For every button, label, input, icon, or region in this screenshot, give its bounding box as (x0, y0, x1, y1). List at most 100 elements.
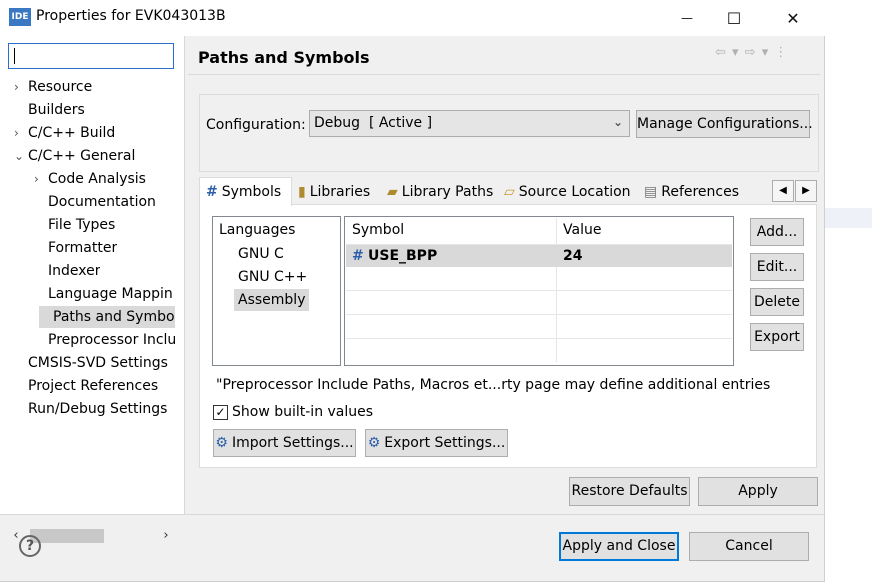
delete-button[interactable]: Delete (750, 288, 804, 316)
info-note: "Preprocessor Include Paths, Macros et..… (216, 377, 771, 393)
hash-icon: # (352, 248, 364, 264)
tree-item-label: Formatter (48, 240, 118, 256)
history-nav-icons[interactable]: ⇦ ▾ ⇨ ▾ ⋮ (715, 45, 788, 60)
chevron-down-icon: ⌄ (612, 115, 623, 129)
cancel-button[interactable]: Cancel (689, 532, 809, 561)
apply-and-close-button[interactable]: Apply and Close (559, 532, 679, 561)
tree-item-label: Resource (28, 79, 93, 95)
tree-item-paths-and-symbols[interactable]: Paths and Symbols (39, 306, 175, 328)
languages-header: Languages (219, 222, 296, 238)
manage-configurations-button[interactable]: Manage Configurations... (636, 110, 813, 138)
close-button[interactable]: ✕ (770, 0, 816, 36)
tree-item-label: Run/Debug Settings (28, 401, 168, 417)
footer-separator (0, 514, 825, 515)
tree-item-file-types[interactable]: File Types (34, 214, 115, 236)
show-builtin-checkbox[interactable]: ✓ (213, 405, 228, 420)
close-icon: ✕ (786, 8, 800, 28)
text-caret (14, 48, 15, 64)
collapse-icon[interactable]: ⌄ (14, 145, 28, 167)
tab-scroll-left-button[interactable]: ◀ (772, 180, 794, 202)
properties-window: IDE Properties for EVK043013B — ☐ ✕ › Res… (0, 0, 825, 582)
tree-item-project-references[interactable]: Project References (14, 375, 158, 397)
expand-icon[interactable]: › (14, 76, 28, 98)
page-title: Paths and Symbols (198, 48, 370, 67)
tree-item-label: Documentation (48, 194, 156, 210)
tab-library-paths[interactable]: ▰ Library Paths (381, 180, 499, 205)
ide-app-icon: IDE (9, 8, 31, 26)
symbol-cell[interactable]: USE_BPP (368, 248, 437, 264)
tree-item-label: File Types (48, 217, 116, 233)
tree-item-indexer[interactable]: Indexer (34, 260, 100, 282)
tree-item-label: C/C++ Build (28, 125, 116, 141)
tree-item-builders[interactable]: Builders (14, 99, 85, 121)
language-item-gnu-cpp[interactable]: GNU C++ (234, 266, 311, 288)
tree-item-documentation[interactable]: Documentation (34, 191, 156, 213)
language-item-gnu-c[interactable]: GNU C (234, 243, 288, 265)
tree-item-cpp-general[interactable]: ⌄ C/C++ General (14, 145, 135, 167)
export-icon: ⚙ (367, 435, 381, 451)
tree-item-run-debug[interactable]: Run/Debug Settings (14, 398, 167, 420)
window-title: Properties for EVK043013B (36, 8, 226, 24)
tree-item-label: C/C++ General (28, 148, 136, 164)
edit-button[interactable]: Edit... (750, 253, 804, 281)
export-button[interactable]: Export (750, 323, 804, 351)
expand-icon[interactable]: › (34, 168, 48, 190)
filter-input[interactable] (8, 43, 174, 69)
tree-item-label: Builders (28, 102, 85, 118)
import-settings-button[interactable]: ⚙ Import Settings... (213, 429, 356, 457)
help-icon[interactable]: ? (19, 535, 41, 557)
tab-label: Symbols (221, 184, 282, 200)
expand-icon[interactable]: › (14, 122, 28, 144)
tree-item-label: Preprocessor Inclu (48, 332, 175, 348)
tree-item-code-analysis[interactable]: › Code Analysis (34, 168, 146, 190)
tab-label: References (661, 184, 740, 200)
show-builtin-label[interactable]: Show built-in values (232, 404, 373, 420)
tree-item-label: Indexer (48, 263, 101, 279)
symbols-table (344, 216, 734, 366)
scroll-right-icon[interactable]: › (158, 526, 174, 546)
tab-source-location[interactable]: ▱ Source Location (498, 180, 637, 205)
tree-item-label: Paths and Symbols (53, 309, 175, 325)
column-header-symbol[interactable]: Symbol (352, 222, 404, 238)
references-icon: ▤ (644, 184, 658, 200)
folder-icon: ▱ (504, 184, 515, 200)
column-header-value[interactable]: Value (563, 222, 601, 238)
tab-libraries[interactable]: ▮ Libraries (292, 180, 376, 205)
tree-item-resource[interactable]: › Resource (14, 76, 92, 98)
tab-references[interactable]: ▤ References (638, 180, 745, 205)
minimize-button[interactable]: — (664, 0, 710, 36)
tree-item-label: Code Analysis (48, 171, 146, 187)
tab-label: Library Paths (401, 184, 494, 200)
configuration-select[interactable]: Debug [ Active ] ⌄ (309, 110, 630, 137)
tab-scroll-right-button[interactable]: ▶ (795, 180, 817, 202)
tab-symbols[interactable]: # Symbols (199, 177, 292, 206)
tree-item-cmsis-svd[interactable]: CMSIS-SVD Settings (14, 352, 168, 374)
tree-item-formatter[interactable]: Formatter (34, 237, 117, 259)
row-divider (346, 314, 732, 315)
restore-defaults-button[interactable]: Restore Defaults (569, 477, 690, 506)
export-settings-button[interactable]: ⚙ Export Settings... (365, 429, 508, 457)
tree-item-cpp-build[interactable]: › C/C++ Build (14, 122, 115, 144)
value-cell[interactable]: 24 (563, 248, 582, 264)
language-item-assembly[interactable]: Assembly (234, 289, 310, 311)
tree-item-language-mappings[interactable]: Language Mappin (34, 283, 175, 305)
tab-label: Source Location (518, 184, 631, 200)
configuration-value: Debug [ Active ] (314, 115, 433, 131)
tree-item-label: CMSIS-SVD Settings (28, 355, 168, 371)
apply-button[interactable]: Apply (698, 477, 818, 506)
tree-item-label: Language Mappin (48, 286, 173, 302)
configuration-label: Configuration: (206, 117, 306, 133)
checkmark-icon: ✓ (215, 405, 226, 419)
tree-item-preprocessor-include[interactable]: Preprocessor Inclu (34, 329, 175, 351)
maximize-button[interactable]: ☐ (711, 0, 757, 36)
scroll-thumb[interactable] (30, 529, 104, 543)
import-icon: ⚙ (215, 435, 228, 451)
import-settings-label: Import Settings... (231, 435, 354, 451)
library-paths-icon: ▰ (387, 184, 398, 200)
maximize-icon: ☐ (726, 8, 742, 28)
title-separator (188, 74, 820, 75)
row-divider (346, 290, 732, 291)
tree-item-label: Project References (28, 378, 159, 394)
minimize-icon: — (681, 11, 693, 25)
add-button[interactable]: Add... (750, 218, 804, 246)
